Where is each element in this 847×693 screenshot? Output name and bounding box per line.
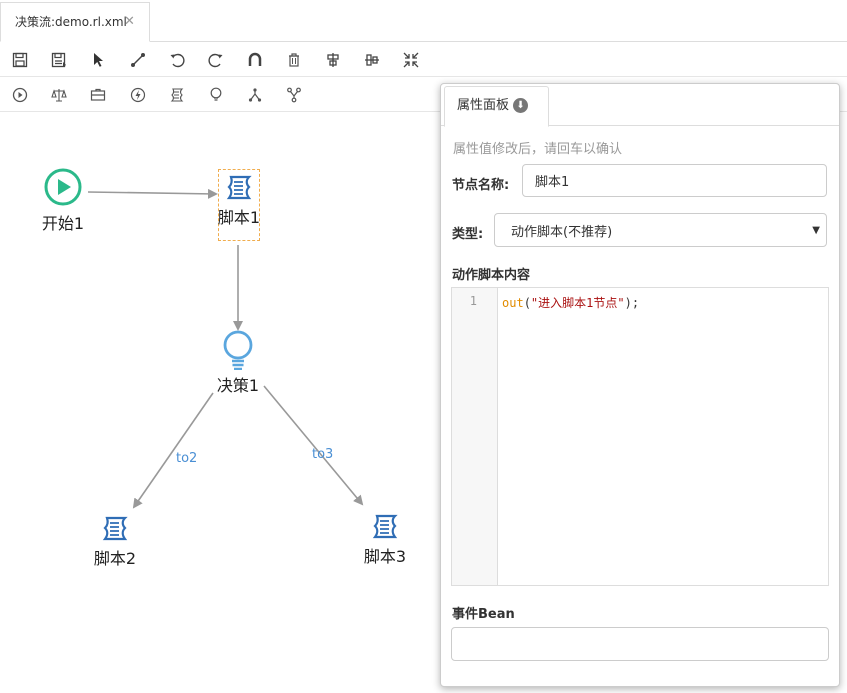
fork-node-icon[interactable] bbox=[244, 84, 266, 106]
script1-node-label: 脚本1 bbox=[217, 208, 261, 227]
decision1-node-label: 决策1 bbox=[216, 376, 260, 395]
event-bean-label: 事件Bean bbox=[452, 607, 515, 622]
code-line[interactable]: out("进入脚本1节点"); bbox=[502, 294, 639, 311]
decision-node-icon bbox=[223, 330, 253, 370]
property-panel: 属性面板 ⬇ 属性值修改后，请回车以确认 节点名称: 脚本1 类型: 动作脚本(不… bbox=[440, 83, 840, 687]
script-node-icon bbox=[372, 514, 398, 539]
line-number-gutter: 1 bbox=[452, 288, 498, 585]
script-content-label: 动作脚本内容 bbox=[452, 268, 531, 283]
script2-node[interactable]: 脚本2 bbox=[90, 515, 140, 569]
edge-label-to3[interactable]: to3 bbox=[312, 447, 333, 462]
property-panel-tab[interactable]: 属性面板 ⬇ bbox=[444, 86, 549, 127]
start-node-label: 开始1 bbox=[41, 214, 85, 233]
download-circle-icon[interactable]: ⬇ bbox=[513, 98, 529, 113]
script3-node[interactable]: 脚本3 bbox=[360, 513, 410, 567]
script1-node[interactable]: 脚本1 bbox=[215, 174, 263, 228]
script3-node-label: 脚本3 bbox=[363, 547, 407, 566]
undo-icon[interactable] bbox=[166, 49, 188, 71]
type-label: 类型: bbox=[452, 227, 484, 242]
save-as-icon[interactable] bbox=[48, 49, 70, 71]
edge-start-to-script1[interactable] bbox=[87, 188, 218, 199]
shrink-icon[interactable] bbox=[400, 49, 422, 71]
panel-hint: 属性值修改后，请回车以确认 bbox=[453, 142, 623, 157]
edge-to2[interactable] bbox=[132, 392, 214, 509]
connect-line-icon[interactable] bbox=[127, 49, 149, 71]
script-node-icon bbox=[226, 175, 252, 200]
node-name-input[interactable]: 脚本1 bbox=[522, 164, 827, 197]
close-tab-icon[interactable]: ✕ bbox=[124, 3, 135, 41]
script-code-editor[interactable]: 1 out("进入脚本1节点"); bbox=[451, 287, 829, 586]
select-pointer-icon[interactable] bbox=[87, 49, 109, 71]
start-node-icon[interactable] bbox=[9, 84, 31, 106]
code-open-paren: ( bbox=[523, 296, 531, 310]
join-node-icon[interactable] bbox=[283, 84, 305, 106]
code-close: ); bbox=[624, 296, 640, 310]
magnet-icon[interactable] bbox=[244, 49, 266, 71]
redo-icon[interactable] bbox=[205, 49, 227, 71]
document-tab[interactable]: 决策流:demo.rl.xml ✕ bbox=[0, 2, 150, 42]
edge-to3[interactable] bbox=[263, 385, 364, 506]
decision1-node[interactable]: 决策1 bbox=[214, 330, 262, 396]
delete-icon[interactable] bbox=[283, 49, 305, 71]
document-tab-bar: 决策流:demo.rl.xml ✕ bbox=[0, 0, 847, 42]
type-select-value: 动作脚本(不推荐) bbox=[511, 224, 613, 240]
chevron-down-icon: ▼ bbox=[812, 225, 820, 236]
script-node-icon bbox=[102, 516, 128, 541]
align-center-icon[interactable] bbox=[322, 49, 344, 71]
event-bean-input[interactable] bbox=[451, 627, 829, 661]
node-name-label: 节点名称: bbox=[452, 178, 510, 193]
main-toolbar bbox=[0, 43, 847, 77]
align-middle-icon[interactable] bbox=[361, 49, 383, 71]
code-function: out bbox=[502, 296, 524, 310]
save-icon[interactable] bbox=[9, 49, 31, 71]
line-number: 1 bbox=[469, 294, 477, 308]
code-string: "进入脚本1节点" bbox=[530, 296, 625, 310]
script2-node-label: 脚本2 bbox=[93, 549, 137, 568]
decision-node-icon[interactable] bbox=[205, 84, 227, 106]
node-name-value: 脚本1 bbox=[535, 175, 570, 190]
package-node-icon[interactable] bbox=[87, 84, 109, 106]
action-node-icon[interactable] bbox=[127, 84, 149, 106]
start-node-icon bbox=[44, 168, 82, 206]
document-tab-title: 决策流:demo.rl.xml bbox=[15, 15, 127, 29]
type-select[interactable]: 动作脚本(不推荐) ▼ bbox=[494, 213, 827, 247]
edge-label-to2[interactable]: to2 bbox=[176, 451, 197, 466]
script-node-icon[interactable] bbox=[166, 84, 188, 106]
property-panel-tabbar: 属性面板 ⬇ bbox=[441, 84, 839, 127]
start-node[interactable]: 开始1 bbox=[40, 168, 86, 234]
rule-node-icon[interactable] bbox=[48, 84, 70, 106]
property-panel-tab-label: 属性面板 bbox=[457, 98, 510, 113]
